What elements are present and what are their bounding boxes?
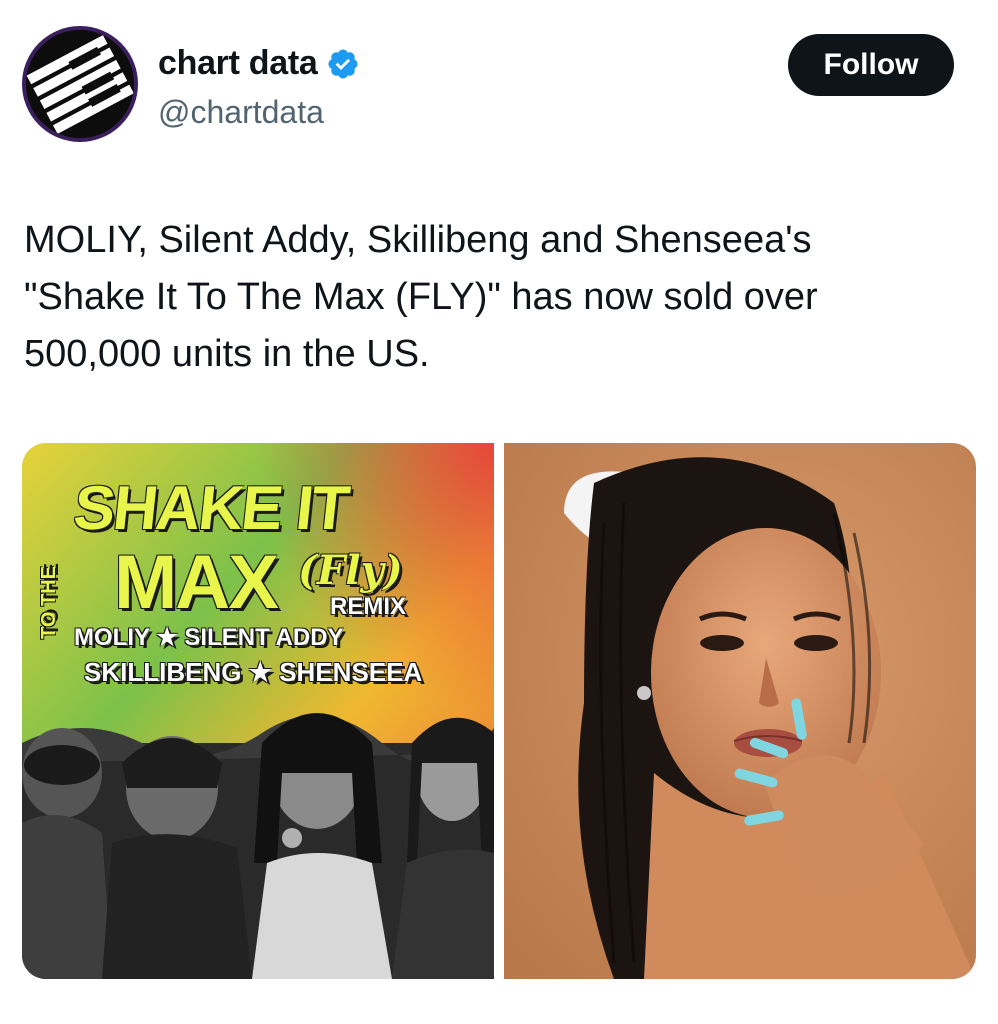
- author-handle[interactable]: @chartdata: [158, 94, 324, 131]
- tweet-text: MOLIY, Silent Addy, Skillibeng and Shens…: [24, 219, 818, 375]
- artist-portrait-image[interactable]: [504, 443, 976, 979]
- author-name-row: chart data: [158, 44, 360, 83]
- follow-button[interactable]: Follow: [788, 34, 954, 96]
- album-cover-image[interactable]: SHAKE IT TO THE MAX (Fly) REMIX MOLIY ★ …: [22, 443, 494, 979]
- artist-portrait-photo: [504, 443, 976, 979]
- tweet-header: chart data @chartdata Follow: [0, 0, 998, 160]
- author-display-name[interactable]: chart data: [158, 44, 318, 83]
- piano-keys-icon: [26, 30, 134, 138]
- author-avatar[interactable]: [22, 26, 138, 142]
- verified-badge-icon[interactable]: [326, 47, 360, 81]
- tweet-media: SHAKE IT TO THE MAX (Fly) REMIX MOLIY ★ …: [22, 443, 976, 979]
- album-cover-artwork: [22, 443, 494, 979]
